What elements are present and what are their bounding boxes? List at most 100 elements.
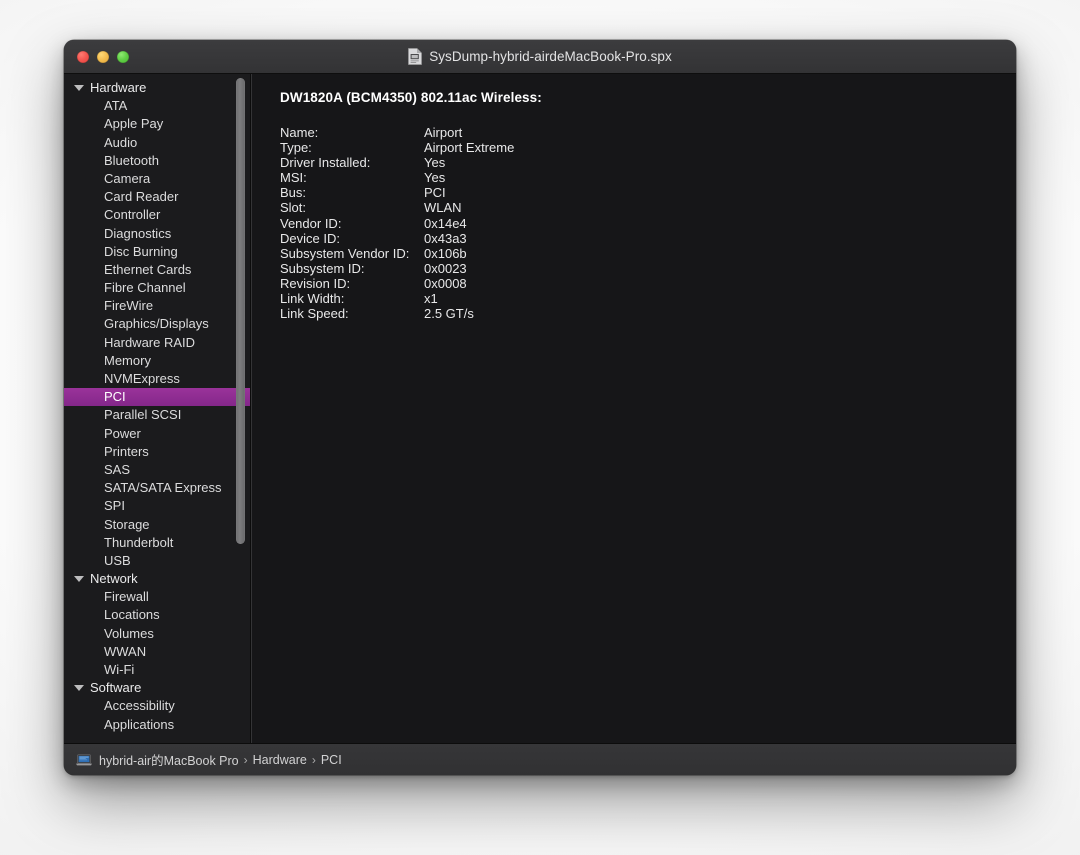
sidebar-item-label: Card Reader	[104, 189, 179, 205]
sidebar-item-diagnostics[interactable]: Diagnostics	[64, 225, 250, 243]
status-bar: hybrid-air的MacBook Pro › Hardware › PCI	[64, 743, 1016, 775]
sidebar-item-hardware-raid[interactable]: Hardware RAID	[64, 334, 250, 352]
breadcrumb: hybrid-air的MacBook Pro › Hardware › PCI	[99, 750, 342, 769]
sidebar-item-label: SAS	[104, 461, 131, 477]
sidebar-group-software[interactable]: Software	[64, 679, 250, 697]
sidebar-item-memory[interactable]: Memory	[64, 352, 250, 370]
sidebar-item-accessibility[interactable]: Accessibility	[64, 697, 250, 715]
detail-label: Name:	[280, 125, 319, 140]
detail-value: 0x14e4	[424, 215, 467, 231]
detail-row: Name: Airport	[280, 125, 1016, 140]
detail-value: 0x106b	[424, 245, 467, 261]
detail-row: Subsystem ID: 0x0023	[280, 261, 1016, 276]
traffic-light-controls	[77, 40, 129, 73]
close-button[interactable]	[77, 50, 89, 63]
sidebar-item-fibre-channel[interactable]: Fibre Channel	[64, 279, 250, 297]
sidebar-item-label: WWAN	[104, 643, 147, 659]
sidebar-item-wi-fi[interactable]: Wi-Fi	[64, 661, 250, 679]
detail-label: Vendor ID:	[280, 215, 342, 231]
sidebar-item-thunderbolt[interactable]: Thunderbolt	[64, 534, 250, 552]
sidebar-item-power[interactable]: Power	[64, 425, 250, 443]
window-titlebar[interactable]: SysDump-hybrid-airdeMacBook-Pro.spx	[64, 40, 1016, 74]
sidebar-item-controller[interactable]: Controller	[64, 206, 250, 224]
sidebar-item-label: Storage	[104, 516, 150, 532]
sidebar-item-volumes[interactable]: Volumes	[64, 625, 250, 643]
detail-label: Subsystem ID:	[280, 260, 365, 276]
sidebar-item-label: Printers	[104, 443, 149, 459]
sidebar-item-pci[interactable]: PCI	[64, 388, 250, 407]
sidebar-item-firewall[interactable]: Firewall	[64, 588, 250, 606]
sidebar-item-bluetooth[interactable]: Bluetooth	[64, 152, 250, 170]
detail-panel: DW1820A (BCM4350) 802.11ac Wireless: Nam…	[251, 74, 1016, 743]
minimize-button[interactable]	[97, 50, 109, 63]
sidebar-item-label: Locations	[104, 607, 160, 623]
window-title: SysDump-hybrid-airdeMacBook-Pro.spx	[429, 49, 672, 64]
sidebar-item-audio[interactable]: Audio	[64, 134, 250, 152]
detail-label: Link Speed:	[280, 306, 349, 322]
sidebar-item-label: Memory	[104, 352, 151, 368]
sidebar-item-parallel-scsi[interactable]: Parallel SCSI	[64, 406, 250, 424]
sidebar-item-storage[interactable]: Storage	[64, 516, 250, 534]
spx-document-icon	[408, 48, 423, 65]
sidebar-item-disc-burning[interactable]: Disc Burning	[64, 243, 250, 261]
detail-value: 0x43a3	[424, 230, 467, 246]
sidebar-item-spi[interactable]: SPI	[64, 497, 250, 515]
sidebar-item-firewire[interactable]: FireWire	[64, 297, 250, 315]
disclosure-triangle-icon[interactable]	[74, 576, 84, 583]
sidebar-item-applications[interactable]: Applications	[64, 716, 250, 734]
sidebar-item-label: Disc Burning	[104, 243, 178, 259]
breadcrumb-item[interactable]: hybrid-air的MacBook Pro	[99, 750, 239, 769]
breadcrumb-item[interactable]: PCI	[321, 753, 342, 767]
sidebar-item-nvmexpress[interactable]: NVMExpress	[64, 370, 250, 388]
sidebar-item-ata[interactable]: ATA	[64, 97, 250, 115]
detail-label: Link Width:	[280, 291, 345, 307]
sidebar-item-ethernet-cards[interactable]: Ethernet Cards	[64, 261, 250, 279]
sidebar-item-label: Parallel SCSI	[104, 407, 182, 423]
window-title-group: SysDump-hybrid-airdeMacBook-Pro.spx	[64, 48, 1016, 65]
sidebar-item-wwan[interactable]: WWAN	[64, 643, 250, 661]
detail-heading: DW1820A (BCM4350) 802.11ac Wireless:	[280, 90, 542, 105]
sidebar-item-card-reader[interactable]: Card Reader	[64, 188, 250, 206]
sidebar-item-apple-pay[interactable]: Apple Pay	[64, 115, 250, 133]
sidebar-item-label: Ethernet Cards	[104, 261, 192, 277]
detail-row: Bus: PCI	[280, 185, 1016, 200]
sidebar-item-camera[interactable]: Camera	[64, 170, 250, 188]
sidebar-item-printers[interactable]: Printers	[64, 443, 250, 461]
system-information-window: SysDump-hybrid-airdeMacBook-Pro.spx Hard…	[64, 40, 1016, 775]
detail-value: 0x0008	[424, 275, 467, 291]
sidebar-item-label: PCI	[104, 389, 126, 405]
sidebar-item-sas[interactable]: SAS	[64, 461, 250, 479]
maximize-button[interactable]	[117, 50, 129, 63]
detail-value: 2.5 GT/s	[424, 306, 474, 322]
sidebar-item-graphics-displays[interactable]: Graphics/Displays	[64, 315, 250, 333]
detail-value: x1	[424, 291, 438, 307]
detail-row: Vendor ID: 0x14e4	[280, 216, 1016, 231]
sidebar[interactable]: Hardware ATA Apple Pay Audio Bluetooth Camera…	[64, 74, 251, 743]
sidebar-item-label: Bluetooth	[104, 152, 159, 168]
sidebar-scrollbar-thumb[interactable]	[236, 78, 245, 544]
detail-row: Subsystem Vendor ID: 0x106b	[280, 246, 1016, 261]
detail-label: Device ID:	[280, 230, 340, 246]
breadcrumb-separator: ›	[243, 752, 248, 767]
sidebar-item-usb[interactable]: USB	[64, 552, 250, 570]
sidebar-item-label: ATA	[104, 98, 128, 114]
detail-panel-inner: DW1820A (BCM4350) 802.11ac Wireless: Nam…	[252, 74, 1016, 321]
detail-label: MSI:	[280, 170, 307, 186]
breadcrumb-item[interactable]: Hardware	[253, 753, 307, 767]
sidebar-item-label: Thunderbolt	[104, 534, 174, 550]
sidebar-item-locations[interactable]: Locations	[64, 606, 250, 624]
sidebar-group-hardware[interactable]: Hardware	[64, 79, 250, 97]
detail-label: Bus:	[280, 185, 307, 201]
sidebar-item-label: Diagnostics	[104, 225, 172, 241]
detail-list: Name: Airport Type: Airport Extreme Driver I…	[280, 125, 1016, 321]
sidebar-item-label: Audio	[104, 134, 138, 150]
disclosure-triangle-icon[interactable]	[74, 685, 84, 692]
detail-row: MSI: Yes	[280, 170, 1016, 185]
sidebar-group-network[interactable]: Network	[64, 570, 250, 588]
sidebar-item-label: Firewall	[104, 589, 149, 605]
disclosure-triangle-icon[interactable]	[74, 85, 84, 92]
sidebar-scrollbar-track[interactable]	[236, 78, 245, 739]
detail-row: Type: Airport Extreme	[280, 140, 1016, 155]
sidebar-item-sata-sata-express[interactable]: SATA/SATA Express	[64, 479, 250, 497]
sidebar-item-label: Camera	[104, 170, 151, 186]
